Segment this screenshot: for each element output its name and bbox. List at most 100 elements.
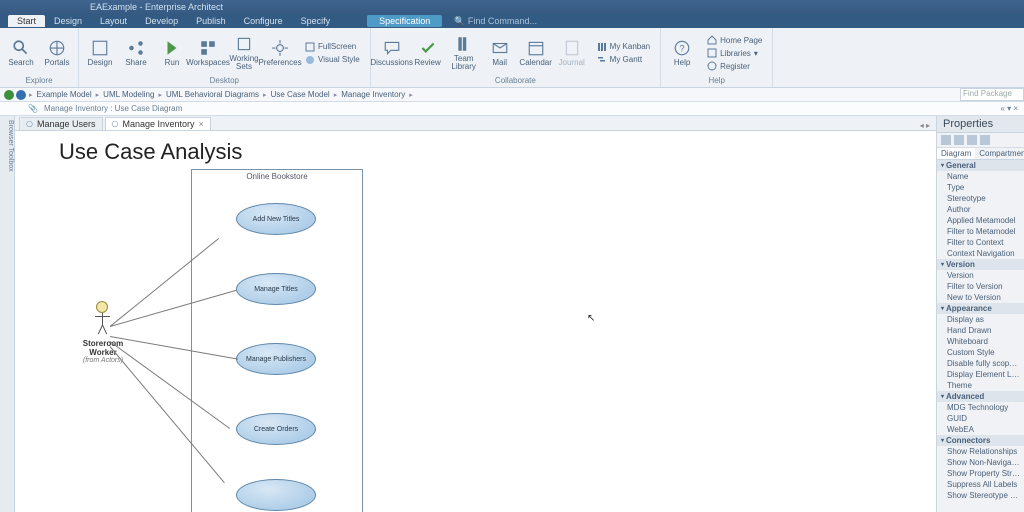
usecase-add-new-titles[interactable]: Add New Titles	[236, 203, 316, 235]
breadcrumb-item[interactable]: UML Behavioral Diagrams	[163, 90, 262, 99]
prop-tool-icon[interactable]	[954, 135, 964, 145]
cursor-icon: ↖	[587, 313, 595, 324]
prop-item[interactable]: Theme	[937, 380, 1024, 391]
menu-develop[interactable]: Develop	[136, 15, 187, 27]
mail-button[interactable]: Mail	[483, 30, 517, 76]
journal-button[interactable]: Journal	[555, 30, 589, 76]
run-button[interactable]: Run	[155, 30, 189, 76]
prop-tool-icon[interactable]	[967, 135, 977, 145]
menu-layout[interactable]: Layout	[91, 15, 136, 27]
preferences-button[interactable]: Preferences	[263, 30, 297, 76]
prop-item[interactable]: Show Property String	[937, 468, 1024, 479]
prop-item[interactable]: Name	[937, 171, 1024, 182]
find-command[interactable]: 🔍 Find Command...	[454, 16, 537, 27]
usecase-partial[interactable]	[236, 479, 316, 511]
properties-tabs: Diagram Compartments	[937, 148, 1024, 160]
prop-item[interactable]: MDG Technology	[937, 402, 1024, 413]
prop-item[interactable]: Stereotype	[937, 193, 1024, 204]
prop-item[interactable]: Show Non-Navigable ...	[937, 457, 1024, 468]
actor-name: Storeroom Worker	[73, 339, 133, 357]
menu-configure[interactable]: Configure	[235, 15, 292, 27]
discussions-button[interactable]: Discussions	[375, 30, 409, 76]
prop-item[interactable]: WebEA	[937, 424, 1024, 435]
prop-item[interactable]: Show Relationships	[937, 446, 1024, 457]
diagram-canvas[interactable]: Use Case Analysis Online Bookstore Add N…	[15, 131, 936, 512]
menu-publish[interactable]: Publish	[187, 15, 235, 27]
left-rail[interactable]: Browser Toolbox	[0, 116, 15, 512]
breadcrumb-item[interactable]: Manage Inventory	[338, 90, 408, 99]
search-button[interactable]: Search	[4, 30, 38, 76]
usecase-manage-publishers[interactable]: Manage Publishers	[236, 343, 316, 375]
prop-item[interactable]: Display Element Lock ...	[937, 369, 1024, 380]
prop-tab-compartments[interactable]: Compartments	[975, 148, 1024, 159]
breadcrumb-item[interactable]: Use Case Model	[268, 90, 333, 99]
diagram-icon: ⎔	[112, 120, 119, 129]
prop-section-general[interactable]: General	[937, 160, 1024, 171]
prop-item[interactable]: Disable fully scoped o...	[937, 358, 1024, 369]
help-button[interactable]: ?Help	[665, 30, 699, 76]
prop-item[interactable]: New to Version	[937, 292, 1024, 303]
prop-section-version[interactable]: Version	[937, 259, 1024, 270]
find-package-input[interactable]: Find Package	[960, 88, 1024, 101]
prop-item[interactable]: Version	[937, 270, 1024, 281]
prop-item[interactable]: Filter to Context	[937, 237, 1024, 248]
fullscreen-button[interactable]: FullScreen	[303, 41, 362, 53]
gantt-button[interactable]: My Gantt	[595, 54, 652, 66]
path-bar: 📎Manage Inventory : Use Case Diagram « ▾…	[0, 102, 1024, 116]
calendar-button[interactable]: Calendar	[519, 30, 553, 76]
nav-fwd-icon[interactable]	[16, 90, 26, 100]
libraries-button[interactable]: Libraries ▾	[705, 47, 764, 59]
kanban-button[interactable]: My Kanban	[595, 41, 652, 53]
menu-specification[interactable]: Specification	[367, 15, 442, 27]
usecase-manage-titles[interactable]: Manage Titles	[236, 273, 316, 305]
visual-style-button[interactable]: Visual Style	[303, 54, 362, 66]
usecase-create-orders[interactable]: Create Orders	[236, 413, 316, 445]
tab-manage-inventory[interactable]: ⎔Manage Inventory×	[105, 117, 211, 130]
tab-manage-users[interactable]: ⎔Manage Users	[19, 117, 103, 130]
breadcrumb-bar: Example Model UML Modeling UML Behaviora…	[0, 88, 1024, 102]
properties-title: Properties	[937, 116, 1024, 133]
register-button[interactable]: Register	[705, 60, 764, 72]
actor-storeroom-worker[interactable]: Storeroom Worker (from Actors)	[73, 301, 133, 364]
properties-toolbar	[937, 133, 1024, 148]
prop-item[interactable]: Type	[937, 182, 1024, 193]
svg-text:?: ?	[680, 43, 685, 53]
prop-tab-diagram[interactable]: Diagram	[937, 148, 975, 159]
prop-tool-icon[interactable]	[941, 135, 951, 145]
prop-item[interactable]: Filter to Metamodel	[937, 226, 1024, 237]
breadcrumb-item[interactable]: UML Modeling	[100, 90, 157, 99]
prop-item[interactable]: Hand Drawn	[937, 325, 1024, 336]
design-button[interactable]: Design	[83, 30, 117, 76]
prop-item[interactable]: Custom Style	[937, 347, 1024, 358]
share-button[interactable]: Share	[119, 30, 153, 76]
prop-section-connectors[interactable]: Connectors	[937, 435, 1024, 446]
prop-item[interactable]: Filter to Version	[937, 281, 1024, 292]
ribbon: Search Portals Explore Design Share Run …	[0, 28, 1024, 88]
close-icon[interactable]: ×	[199, 119, 204, 129]
prop-tool-icon[interactable]	[980, 135, 990, 145]
prop-item[interactable]: Whiteboard	[937, 336, 1024, 347]
actor-stick-icon	[95, 301, 111, 337]
workspaces-button[interactable]: Workspaces	[191, 30, 225, 76]
nav-back-icon[interactable]	[4, 90, 14, 100]
review-button[interactable]: Review	[411, 30, 445, 76]
menu-start[interactable]: Start	[8, 15, 45, 27]
prop-item[interactable]: Suppress All Labels	[937, 479, 1024, 490]
prop-section-appearance[interactable]: Appearance	[937, 303, 1024, 314]
prop-item[interactable]: Author	[937, 204, 1024, 215]
home-page-button[interactable]: Home Page	[705, 34, 764, 46]
prop-section-advanced[interactable]: Advanced	[937, 391, 1024, 402]
team-library-button[interactable]: Team Library	[447, 30, 481, 76]
prop-item[interactable]: Applied Metamodel	[937, 215, 1024, 226]
menu-design[interactable]: Design	[45, 15, 91, 27]
portals-button[interactable]: Portals	[40, 30, 74, 76]
prop-item[interactable]: Display as	[937, 314, 1024, 325]
prop-item[interactable]: Context Navigation	[937, 248, 1024, 259]
menu-specify[interactable]: Specify	[292, 15, 340, 27]
prop-item[interactable]: Show Stereotype Label	[937, 490, 1024, 501]
menubar: Start Design Layout Develop Publish Conf…	[0, 14, 1024, 28]
prop-item[interactable]: GUID	[937, 413, 1024, 424]
working-sets-button[interactable]: Working Sets	[227, 30, 261, 76]
breadcrumb-item[interactable]: Example Model	[34, 90, 95, 99]
diagram-icon: ⎔	[26, 120, 33, 129]
